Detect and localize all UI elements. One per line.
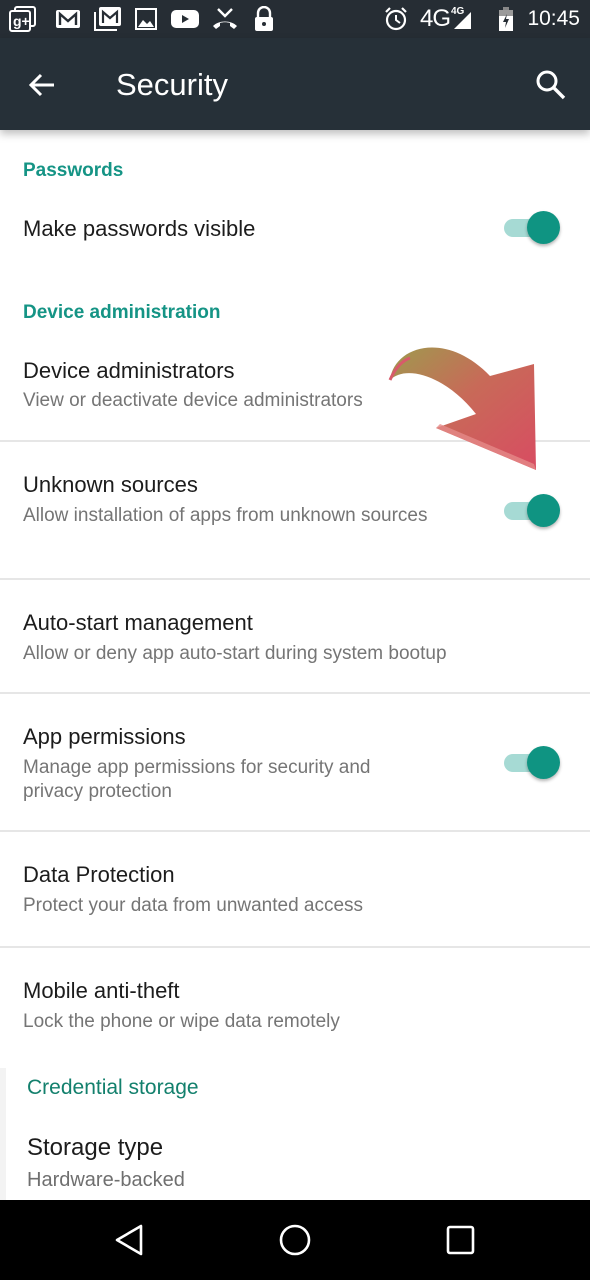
search-button[interactable] <box>532 66 570 104</box>
unknown-sources-switch[interactable] <box>502 493 562 529</box>
lock-icon <box>252 6 276 32</box>
network-type-label: 4G <box>420 5 451 32</box>
section-header-credential-storage: Credential storage <box>27 1076 199 1099</box>
pref-title: Mobile anti-theft <box>23 978 180 1003</box>
pref-title: Device administrators <box>23 358 235 383</box>
back-icon <box>115 1224 143 1256</box>
google-plus-icon: g+ <box>8 6 38 32</box>
section-header-device-administration: Device administration <box>23 302 221 323</box>
pref-auto-start-management[interactable]: Auto-start management Allow or deny app … <box>0 580 590 692</box>
pref-data-protection[interactable]: Data Protection Protect your data from u… <box>0 832 590 946</box>
status-bar: g+ 4G 4G 10:45 <box>0 0 590 38</box>
page-title: Security <box>116 67 228 102</box>
nav-home-button[interactable] <box>277 1222 313 1258</box>
gmail-stack-icon <box>92 6 124 32</box>
recents-icon <box>446 1225 475 1255</box>
gmail-icon <box>54 6 82 32</box>
credential-storage-section: Credential storage Storage type Hardware… <box>0 1068 590 1200</box>
pref-summary: Manage app permissions for security and … <box>23 757 371 802</box>
pref-summary: Allow or deny app auto-start during syst… <box>23 643 447 664</box>
pref-summary: Protect your data from unwanted access <box>23 895 364 916</box>
search-icon <box>536 70 566 100</box>
pref-title: Data Protection <box>23 862 175 887</box>
missed-call-icon <box>210 6 240 32</box>
pref-summary: View or deactivate device administrators <box>23 390 363 411</box>
section-header-passwords: Passwords <box>23 160 124 181</box>
settings-list: Passwords Make passwords visible Device … <box>0 130 590 1200</box>
pref-summary: Hardware-backed <box>27 1169 185 1191</box>
arrow-back-icon <box>28 73 54 97</box>
annotation-arrow-icon <box>388 347 536 470</box>
pref-make-passwords-visible[interactable]: Make passwords visible <box>0 200 590 262</box>
youtube-icon <box>170 6 200 32</box>
switch-thumb <box>527 211 560 244</box>
home-icon <box>279 1224 311 1256</box>
back-button[interactable] <box>26 68 60 102</box>
app-bar: Security <box>0 38 590 130</box>
svg-text:g+: g+ <box>13 13 30 29</box>
pref-title: Storage type <box>27 1134 164 1161</box>
alarm-icon <box>382 6 410 32</box>
gallery-icon <box>134 6 158 32</box>
pref-mobile-anti-theft[interactable]: Mobile anti-theft Lock the phone or wipe… <box>0 948 590 1058</box>
switch-thumb <box>527 746 560 779</box>
pref-title: Unknown sources <box>23 472 198 497</box>
nav-back-button[interactable] <box>112 1222 148 1258</box>
pref-storage-type[interactable]: Storage type Hardware-backed <box>0 1124 590 1200</box>
pref-summary: Lock the phone or wipe data remotely <box>23 1011 340 1032</box>
pref-title: Auto-start management <box>23 610 253 635</box>
signal-icon <box>451 6 473 32</box>
pref-title: App permissions <box>23 724 186 749</box>
pref-title: Make passwords visible <box>23 216 256 241</box>
clock: 10:45 <box>527 7 580 30</box>
make-passwords-visible-switch[interactable] <box>502 210 562 246</box>
switch-thumb <box>527 494 560 527</box>
battery-charging-icon <box>496 6 516 32</box>
navigation-bar <box>0 1200 590 1280</box>
pref-app-permissions[interactable]: App permissions Manage app permissions f… <box>0 694 590 830</box>
app-permissions-switch[interactable] <box>502 745 562 781</box>
nav-recents-button[interactable] <box>443 1222 479 1258</box>
pref-summary: Allow installation of apps from unknown … <box>23 505 428 526</box>
